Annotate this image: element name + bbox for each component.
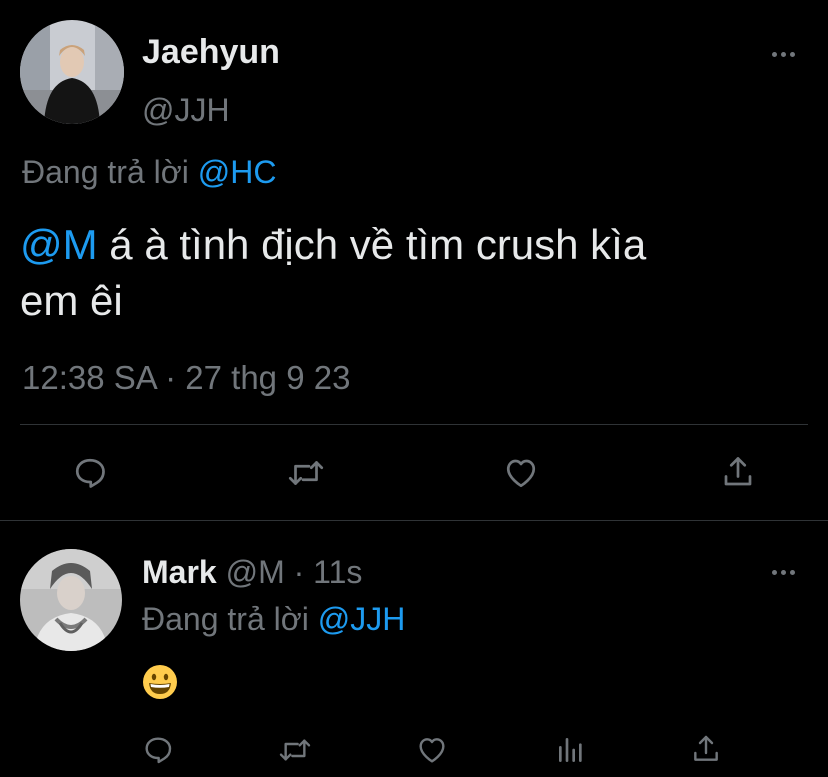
reply-icon[interactable] <box>72 455 108 491</box>
share-icon[interactable] <box>720 453 756 491</box>
more-dots-icon[interactable] <box>772 48 802 60</box>
reply-separator: · <box>293 554 305 590</box>
like-icon[interactable] <box>415 734 449 766</box>
divider <box>20 424 808 425</box>
grinning-face-emoji <box>142 664 178 705</box>
reply-header: Mark @M · 11s <box>142 553 362 591</box>
more-dots-icon[interactable] <box>772 566 802 578</box>
replying-to-line: Đang trả lời @HC <box>22 152 276 192</box>
replying-to-label: Đang trả lời <box>142 601 309 637</box>
reply-icon[interactable] <box>142 734 174 766</box>
reply-time[interactable]: 11s <box>313 554 362 590</box>
avatar-jaehyun[interactable] <box>20 20 124 124</box>
like-icon[interactable] <box>502 455 540 491</box>
retweet-icon[interactable] <box>286 455 326 491</box>
tweet-text-line2: em êi <box>20 277 123 324</box>
mention-link[interactable]: @M <box>20 221 98 268</box>
author-name[interactable]: Jaehyun <box>142 32 280 72</box>
author-handle[interactable]: @JJH <box>142 90 230 130</box>
analytics-icon[interactable] <box>555 734 587 766</box>
replying-to-handle[interactable]: @HC <box>198 154 277 190</box>
reply-author-handle[interactable]: @M <box>226 554 285 590</box>
tweet-text: @M á à tình địch về tìm crush kìa em êi <box>20 217 646 329</box>
reply-author-name[interactable]: Mark <box>142 554 217 590</box>
retweet-icon[interactable] <box>277 734 313 766</box>
replying-to-handle[interactable]: @JJH <box>318 601 406 637</box>
avatar-mark[interactable] <box>20 549 122 651</box>
share-icon[interactable] <box>690 732 722 766</box>
replying-to-label: Đang trả lời <box>22 154 189 190</box>
divider <box>0 520 828 521</box>
tweet-timestamp[interactable]: 12:38 SA · 27 thg 9 23 <box>22 358 350 398</box>
reply-replying-to-line: Đang trả lời @JJH <box>142 600 405 638</box>
tweet-text-line1: á à tình địch về tìm crush kìa <box>109 221 647 268</box>
